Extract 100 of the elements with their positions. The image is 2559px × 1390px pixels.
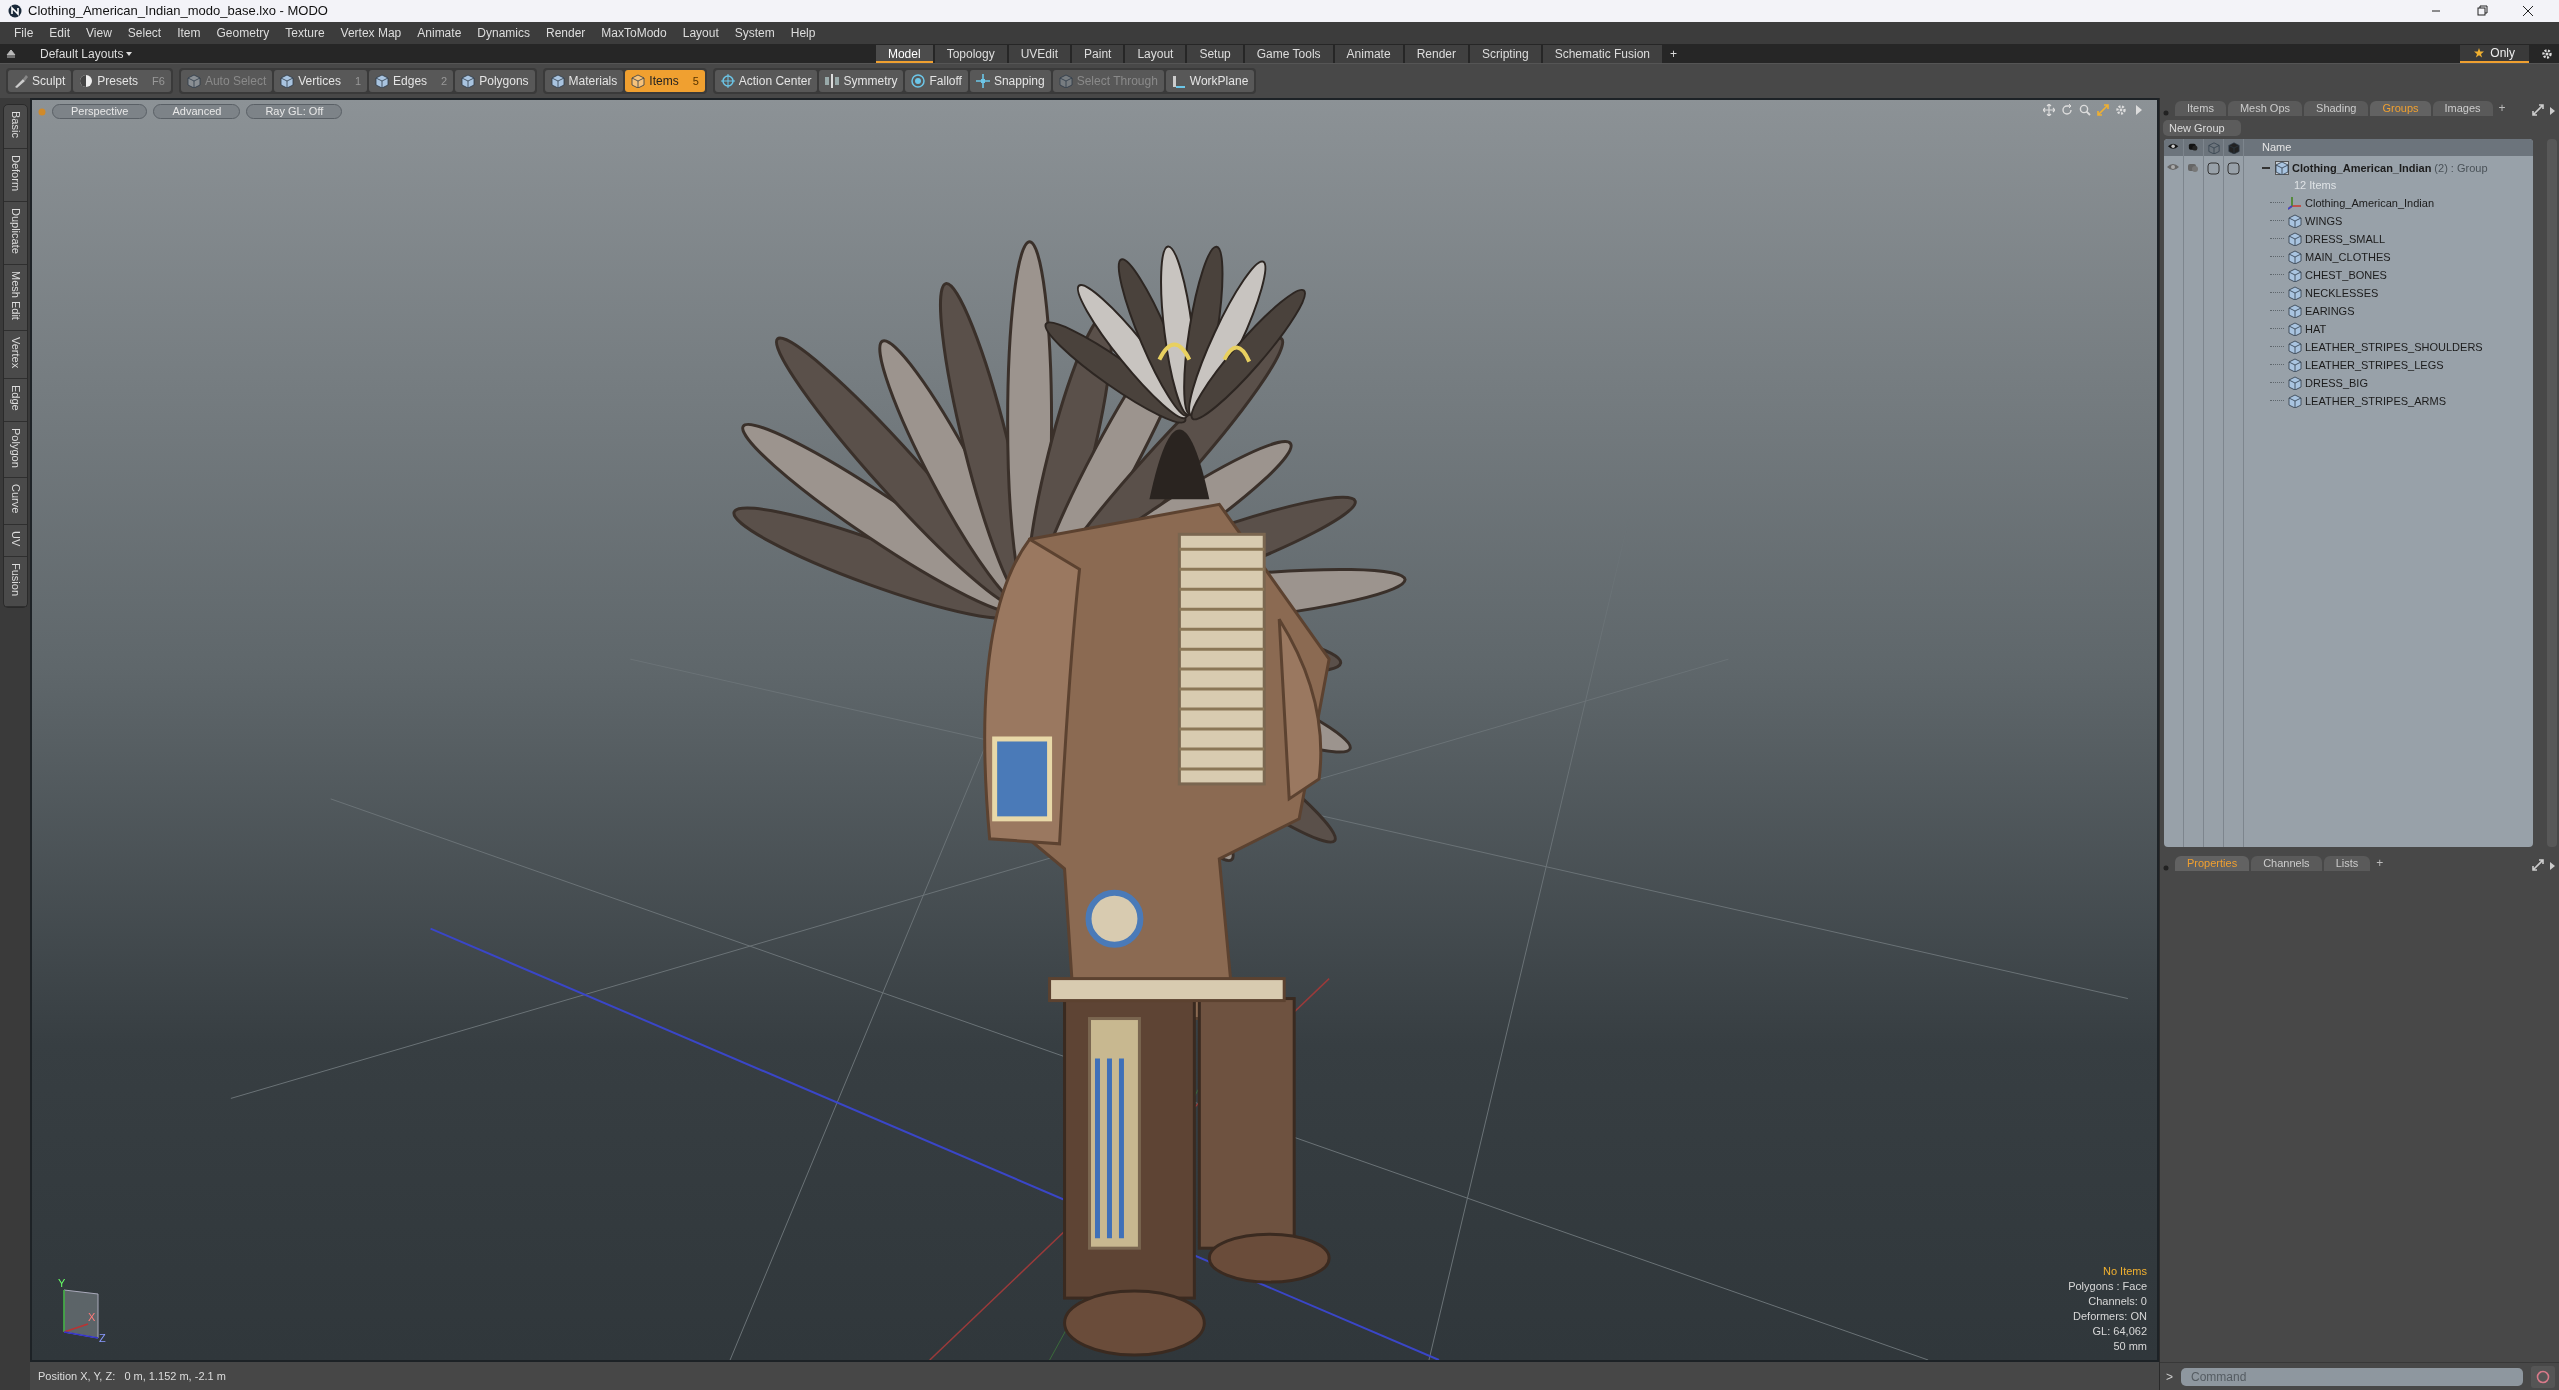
toolbar-button[interactable]: Polygons — [455, 70, 535, 92]
item-count: 12 Items — [2294, 178, 2337, 193]
tree-item[interactable]: LEATHER_STRIPES_ARMS — [2305, 391, 2446, 410]
cube-icon — [2288, 339, 2302, 354]
search-icon[interactable] — [2079, 104, 2091, 116]
viewport-info-text: Deformers: ON — [2072, 1309, 2147, 1324]
sidebar-tab[interactable]: Duplicate — [4, 201, 27, 265]
panel-tab[interactable]: Channels — [2251, 856, 2322, 871]
move-icon[interactable] — [2043, 104, 2055, 116]
layout-tab[interactable]: Render — [1404, 44, 1468, 63]
layout-tab[interactable]: Scripting — [1470, 44, 1541, 63]
sidebar-tab[interactable]: Basic — [4, 105, 27, 149]
toolbar-button[interactable]: Falloff — [905, 70, 968, 92]
menu-item[interactable]: MaxToModo — [593, 22, 675, 44]
panel-dot-icon — [2163, 865, 2169, 871]
menu-item[interactable]: View — [78, 22, 120, 44]
add-tab-button[interactable]: + — [2494, 101, 2510, 116]
layout-tab[interactable]: Layout — [1125, 44, 1186, 63]
layout-tab[interactable]: Animate — [1334, 44, 1403, 63]
layout-tab[interactable]: Model — [875, 44, 933, 63]
menu-item[interactable]: Help — [782, 22, 824, 44]
viewport-info-text: 50 mm — [2112, 1339, 2147, 1354]
square-icon[interactable] — [2227, 162, 2240, 175]
tree-item[interactable]: CHEST_BONES — [2305, 265, 2387, 284]
toolbar-button[interactable]: Presets F6 — [73, 70, 171, 92]
menu-item[interactable]: Animate — [409, 22, 470, 44]
toolbar-button[interactable]: WorkPlane — [1165, 70, 1255, 92]
falloff-icon — [911, 74, 926, 88]
sidebar-tab[interactable]: Mesh Edit — [4, 264, 27, 331]
only-button[interactable]: Only — [2460, 44, 2529, 63]
square-icon[interactable] — [2207, 162, 2220, 175]
add-tab-button[interactable]: + — [1664, 44, 1684, 63]
cube-icon — [2227, 141, 2240, 154]
tree-item[interactable]: NECKLESSES — [2305, 283, 2379, 302]
tree-item[interactable]: Clothing_American_Indian — [2292, 159, 2432, 177]
menu-item[interactable]: Vertex Map — [332, 22, 410, 44]
sidebar-tab[interactable]: Edge — [4, 378, 27, 422]
new-group-button[interactable]: New Group — [2163, 120, 2241, 136]
menu-item[interactable]: File — [6, 22, 42, 44]
arrow-right-icon[interactable] — [2548, 861, 2556, 871]
toolbar-button[interactable]: Action Center — [714, 70, 818, 92]
toolbar-button[interactable]: Materials — [544, 70, 624, 92]
sidebar-tab[interactable]: Vertex — [4, 330, 27, 379]
render-icon[interactable] — [2187, 162, 2200, 175]
expand-icon[interactable] — [2532, 859, 2544, 871]
collapse-icon[interactable] — [6, 48, 16, 59]
cube-icon — [2288, 267, 2302, 282]
rotate-icon[interactable] — [2061, 104, 2073, 116]
record-button[interactable] — [2531, 1365, 2555, 1388]
panel-tab[interactable]: Shading — [2304, 101, 2369, 116]
layout-tab[interactable]: UVEdit — [1008, 44, 1071, 63]
menu-item[interactable]: System — [726, 22, 783, 44]
layout-tab[interactable]: Paint — [1072, 44, 1124, 63]
command-prompt: > — [2166, 1368, 2173, 1386]
toolbar-button[interactable]: Sculpt — [8, 70, 72, 92]
panel-tab[interactable]: Images — [2432, 101, 2493, 116]
expand-icon[interactable] — [2532, 104, 2544, 116]
tree-item[interactable]: Clothing_American_Indian — [2305, 193, 2435, 212]
panel-tab[interactable]: Mesh Ops — [2227, 101, 2303, 116]
menu-item[interactable]: Render — [538, 22, 594, 44]
panel-tab[interactable]: Lists — [2323, 856, 2371, 871]
cube-icon — [550, 74, 565, 88]
layouts-dropdown[interactable]: Default Layouts — [34, 43, 139, 64]
tree-item[interactable]: LEATHER_STRIPES_LEGS — [2305, 355, 2444, 374]
sidebar-tab[interactable]: UV — [4, 524, 27, 558]
cube-icon — [2288, 303, 2302, 318]
toolbar-button[interactable]: Snapping — [969, 70, 1051, 92]
tree-item[interactable]: HAT — [2305, 319, 2327, 338]
menu-item[interactable]: Geometry — [208, 22, 278, 44]
toolbar-button[interactable]: Items 5 — [625, 70, 705, 92]
tree-item[interactable]: WINGS — [2305, 211, 2343, 230]
tree-item[interactable]: DRESS_BIG — [2305, 373, 2368, 392]
settings-icon[interactable] — [2541, 47, 2553, 60]
layout-tab[interactable]: Game Tools — [1244, 44, 1333, 63]
tree-item[interactable]: MAIN_CLOTHES — [2305, 247, 2391, 266]
tree-item[interactable]: LEATHER_STRIPES_SHOULDERS — [2305, 337, 2483, 356]
tree-item[interactable]: DRESS_SMALL — [2305, 229, 2386, 248]
menu-item[interactable]: Dynamics — [469, 22, 538, 44]
arrow-right-icon[interactable] — [2548, 106, 2556, 116]
menu-item[interactable]: Item — [169, 22, 209, 44]
sidebar-tab[interactable]: Fusion — [4, 557, 27, 608]
toolbar-button[interactable]: Symmetry — [819, 70, 904, 92]
sidebar-tab[interactable]: Curve — [4, 478, 27, 525]
add-tab-button[interactable]: + — [2372, 856, 2388, 871]
toolbar-button[interactable]: Vertices 1 — [274, 70, 368, 92]
sidebar-tab[interactable]: Polygon — [4, 421, 27, 479]
cube-icon — [2288, 393, 2302, 408]
command-field[interactable]: Command — [2181, 1367, 2523, 1386]
layout-tab[interactable]: Topology — [934, 44, 1007, 63]
sidebar-tab[interactable]: Deform — [4, 148, 27, 202]
menu-item[interactable]: Edit — [41, 22, 79, 44]
menu-item[interactable]: Texture — [277, 22, 333, 44]
tree-item[interactable]: EARINGS — [2305, 301, 2355, 320]
panel-tab[interactable]: Items — [2175, 101, 2226, 116]
menu-item[interactable]: Layout — [674, 22, 727, 44]
restore-icon — [2476, 5, 2488, 17]
menu-item[interactable]: Select — [119, 22, 170, 44]
layout-tab[interactable]: Schematic Fusion — [1542, 44, 1663, 63]
layout-tab[interactable]: Setup — [1187, 44, 1243, 63]
toolbar-button[interactable]: Edges 2 — [369, 70, 454, 92]
